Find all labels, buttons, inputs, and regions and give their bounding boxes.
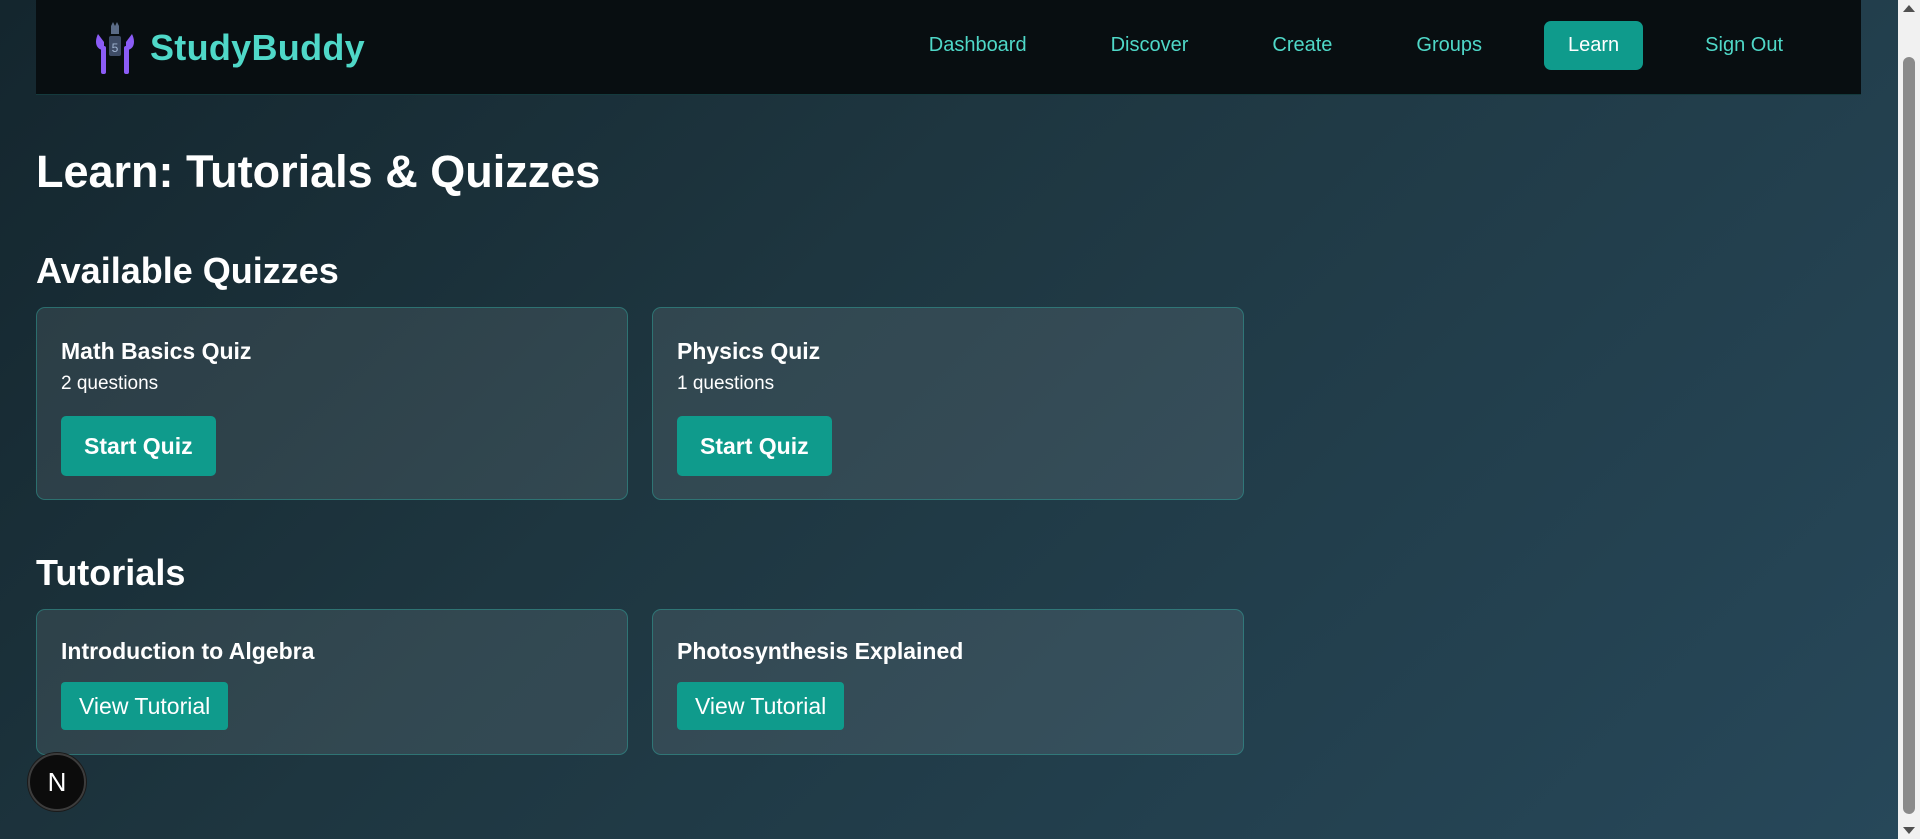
quiz-card-physics: Physics Quiz 1 questions Start Quiz: [652, 307, 1244, 500]
nav-groups[interactable]: Groups: [1392, 21, 1506, 70]
quiz-name: Math Basics Quiz: [61, 338, 252, 364]
tutorial-card-algebra: Introduction to Algebra View Tutorial: [36, 609, 628, 755]
nav-learn[interactable]: Learn: [1544, 21, 1644, 70]
top-navbar: 5 StudyBuddy Dashboard Discover Create G…: [36, 0, 1861, 95]
brand[interactable]: 5 StudyBuddy: [92, 20, 365, 76]
view-tutorial-button[interactable]: View Tutorial: [61, 682, 229, 730]
tutorial-card-photosynthesis: Photosynthesis Explained View Tutorial: [652, 609, 1244, 755]
scrollbar-thumb[interactable]: [1903, 57, 1915, 814]
nextjs-dev-indicator[interactable]: N: [28, 753, 86, 811]
start-quiz-button[interactable]: Start Quiz: [677, 416, 832, 476]
nav-dashboard[interactable]: Dashboard: [905, 21, 1051, 70]
brand-name: StudyBuddy: [150, 27, 365, 68]
nav-discover[interactable]: Discover: [1087, 21, 1213, 70]
tutorials-section-title: Tutorials: [36, 552, 186, 593]
nav-sign-out[interactable]: Sign Out: [1681, 21, 1807, 70]
quiz-question-count: 1 questions: [677, 373, 775, 394]
nav-links: Dashboard Discover Create Groups Learn S…: [869, 21, 1807, 70]
quiz-card-math: Math Basics Quiz 2 questions Start Quiz: [36, 307, 628, 500]
tutorial-name: Photosynthesis Explained: [677, 638, 964, 664]
scroll-up-arrow-icon[interactable]: [1903, 5, 1915, 12]
vertical-scrollbar[interactable]: [1898, 0, 1920, 839]
page-title: Learn: Tutorials & Quizzes: [36, 146, 601, 197]
quiz-name: Physics Quiz: [677, 338, 821, 364]
start-quiz-button[interactable]: Start Quiz: [61, 416, 216, 476]
quizzes-section-title: Available Quizzes: [36, 250, 339, 291]
view-tutorial-button[interactable]: View Tutorial: [677, 682, 845, 730]
study-mascot-icon: 5: [96, 22, 134, 74]
svg-text:5: 5: [112, 41, 119, 55]
scroll-down-arrow-icon[interactable]: [1903, 827, 1915, 834]
quiz-question-count: 2 questions: [61, 373, 159, 394]
tutorial-name: Introduction to Algebra: [61, 638, 315, 664]
nextjs-icon: N: [47, 766, 67, 797]
nav-create[interactable]: Create: [1248, 21, 1356, 70]
